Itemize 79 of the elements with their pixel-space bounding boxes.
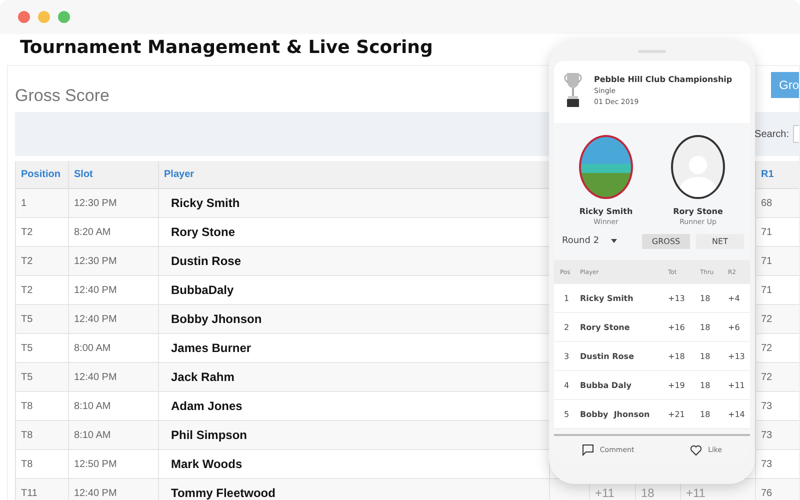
panel-title: Gross Score	[15, 86, 110, 106]
player-name: Bobby Jhonson	[159, 305, 550, 334]
list-cell: +4	[722, 284, 750, 313]
table-cell: 71	[756, 247, 799, 276]
list-cell: 18	[694, 342, 722, 371]
player-name: Bubba Daly	[574, 371, 662, 400]
event-title: Pebble Hill Club Championship	[594, 75, 732, 84]
list-cell: +13	[662, 284, 694, 313]
table-cell: 12:50 PM	[69, 450, 159, 479]
table-cell: T5	[16, 305, 69, 334]
player-name: Bobby Jhonson	[574, 400, 662, 429]
score-toggle[interactable]: NET	[696, 234, 744, 248]
trophy-icon	[564, 71, 582, 109]
column-header[interactable]: Player	[159, 161, 550, 189]
column-header[interactable]: Slot	[69, 161, 159, 189]
list-cell: 5	[554, 400, 574, 429]
table-cell: 73	[756, 421, 799, 450]
table-cell: 12:30 PM	[69, 189, 159, 218]
podium-name: Ricky Smith	[579, 207, 633, 216]
list-cell: 4	[554, 371, 574, 400]
heart-icon	[690, 444, 702, 456]
table-cell: T5	[16, 363, 69, 392]
table-cell: 12:40 PM	[69, 276, 159, 305]
close-dot[interactable]	[18, 11, 30, 23]
table-cell: 12:30 PM	[69, 247, 159, 276]
table-cell: T2	[16, 218, 69, 247]
list-cell: +11	[722, 371, 750, 400]
table-cell: T8	[16, 392, 69, 421]
player-name: Dustin Rose	[574, 342, 662, 371]
player-name: Ricky Smith	[574, 284, 662, 313]
table-cell: 1	[16, 189, 69, 218]
table-cell: 8:10 AM	[69, 392, 159, 421]
podium-name: Rory Stone	[673, 207, 723, 216]
list-cell: +6	[722, 313, 750, 342]
list-cell: 18	[694, 313, 722, 342]
list-cell: +16	[662, 313, 694, 342]
table-cell: 68	[756, 189, 799, 218]
minimize-dot[interactable]	[38, 11, 50, 23]
table-cell: 8:00 AM	[69, 334, 159, 363]
window-title: Tournament Management & Live Scoring	[19, 36, 433, 60]
maximize-dot[interactable]	[58, 11, 70, 23]
table-cell: 8:10 AM	[69, 421, 159, 450]
column-header[interactable]: Position	[16, 161, 69, 189]
caret-icon	[611, 239, 618, 243]
table-cell: T8	[16, 450, 69, 479]
table-cell: 12:40 PM	[69, 363, 159, 392]
table-cell: 76	[756, 479, 799, 500]
list-cell: 18	[694, 400, 722, 429]
table-cell: T8	[16, 421, 69, 450]
search-label: Search:	[754, 128, 789, 140]
list-cell: 3	[554, 342, 574, 371]
player-name: Phil Simpson	[159, 421, 550, 450]
list-cell: 18	[694, 371, 722, 400]
list-cell: +14	[722, 400, 750, 429]
table-cell: T2	[16, 247, 69, 276]
table-cell: 72	[756, 363, 799, 392]
table-cell: T5	[16, 334, 69, 363]
player-name: Tommy Fleetwood	[159, 479, 550, 500]
list-cell: 18	[694, 284, 722, 313]
table-cell: T2	[16, 276, 69, 305]
list-cell: +19	[662, 371, 694, 400]
comment-icon	[582, 444, 594, 456]
list-cell: 1	[554, 284, 574, 313]
table-cell: 12:40 PM	[69, 479, 159, 500]
list-cell: +21	[662, 400, 694, 429]
player-name: Ricky Smith	[159, 189, 550, 218]
table-cell: 72	[756, 305, 799, 334]
score-toggle[interactable]: GROSS	[642, 234, 690, 248]
player-name: Jack Rahm	[159, 363, 550, 392]
table-cell: 8:20 AM	[69, 218, 159, 247]
list-cell: +13	[722, 342, 750, 371]
player-name: Dustin Rose	[159, 247, 550, 276]
round-dropdown[interactable]: Round 2	[562, 236, 636, 246]
table-cell: T11	[16, 479, 69, 500]
list-cell: 2	[554, 313, 574, 342]
table-cell: 12:40 PM	[69, 305, 159, 334]
list-cell: +18	[662, 342, 694, 371]
column-header[interactable]: R1	[756, 161, 799, 189]
player-name: Rory Stone	[574, 313, 662, 342]
